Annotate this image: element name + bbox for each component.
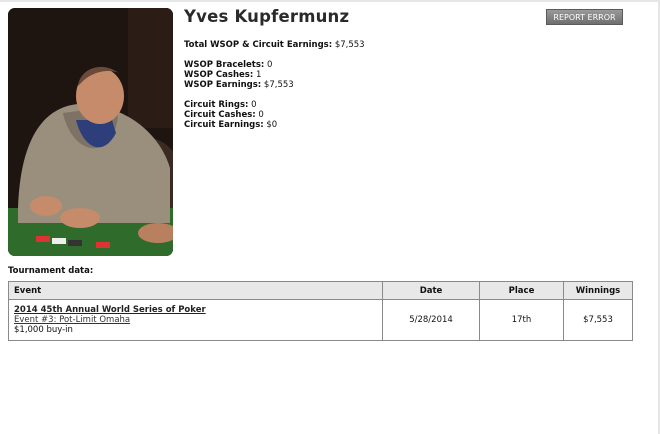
circuit-cashes-row: Circuit Cashes: 0 bbox=[184, 110, 365, 120]
circuit-earnings-row: Circuit Earnings: $0 bbox=[184, 120, 365, 130]
total-earnings-label: Total WSOP & Circuit Earnings: bbox=[184, 40, 333, 50]
event-link[interactable]: Event #3: Pot-Limit Omaha bbox=[14, 315, 377, 325]
circuit-cashes-label: Circuit Cashes: bbox=[184, 110, 256, 120]
wsop-earnings-label: WSOP Earnings: bbox=[184, 80, 262, 90]
table-row: 2014 45th Annual World Series of Poker E… bbox=[8, 299, 633, 341]
circuit-rings-value: 0 bbox=[251, 100, 257, 110]
column-header-place: Place bbox=[479, 281, 564, 300]
circuit-earnings-label: Circuit Earnings: bbox=[184, 120, 264, 130]
player-name: Yves Kupfermunz bbox=[184, 7, 350, 26]
column-header-winnings: Winnings bbox=[563, 281, 633, 300]
place-cell: 17th bbox=[479, 299, 564, 341]
tournament-data-heading: Tournament data: bbox=[8, 266, 94, 276]
player-stats: Total WSOP & Circuit Earnings: $7,553 WS… bbox=[184, 40, 365, 130]
wsop-cashes-row: WSOP Cashes: 1 bbox=[184, 70, 365, 80]
circuit-cashes-value: 0 bbox=[258, 110, 264, 120]
column-header-event: Event bbox=[8, 281, 383, 300]
tournament-table: Event Date Place Winnings 2014 45th Annu… bbox=[8, 281, 633, 341]
wsop-cashes-label: WSOP Cashes: bbox=[184, 70, 254, 80]
wsop-cashes-value: 1 bbox=[255, 70, 262, 80]
event-cell: 2014 45th Annual World Series of Poker E… bbox=[8, 299, 383, 341]
total-earnings-value: $7,553 bbox=[334, 40, 365, 50]
top-border bbox=[0, 0, 660, 2]
player-photo bbox=[8, 8, 173, 256]
wsop-earnings-value: $7,553 bbox=[263, 80, 294, 90]
circuit-rings-row: Circuit Rings: 0 bbox=[184, 100, 365, 110]
series-link[interactable]: 2014 45th Annual World Series of Poker bbox=[14, 305, 377, 315]
wsop-bracelets-label: WSOP Bracelets: bbox=[184, 60, 265, 70]
date-cell: 5/28/2014 bbox=[382, 299, 480, 341]
column-header-date: Date bbox=[382, 281, 480, 300]
circuit-rings-label: Circuit Rings: bbox=[184, 100, 249, 110]
winnings-cell: $7,553 bbox=[563, 299, 633, 341]
buyin-text: $1,000 buy-in bbox=[14, 325, 73, 335]
total-earnings-row: Total WSOP & Circuit Earnings: $7,553 bbox=[184, 40, 365, 50]
table-header-row: Event Date Place Winnings bbox=[8, 281, 633, 300]
report-error-button[interactable]: REPORT ERROR bbox=[546, 9, 623, 25]
circuit-earnings-value: $0 bbox=[266, 120, 278, 130]
wsop-earnings-row: WSOP Earnings: $7,553 bbox=[184, 80, 365, 90]
wsop-bracelets-row: WSOP Bracelets: 0 bbox=[184, 60, 365, 70]
wsop-bracelets-value: 0 bbox=[267, 60, 273, 70]
